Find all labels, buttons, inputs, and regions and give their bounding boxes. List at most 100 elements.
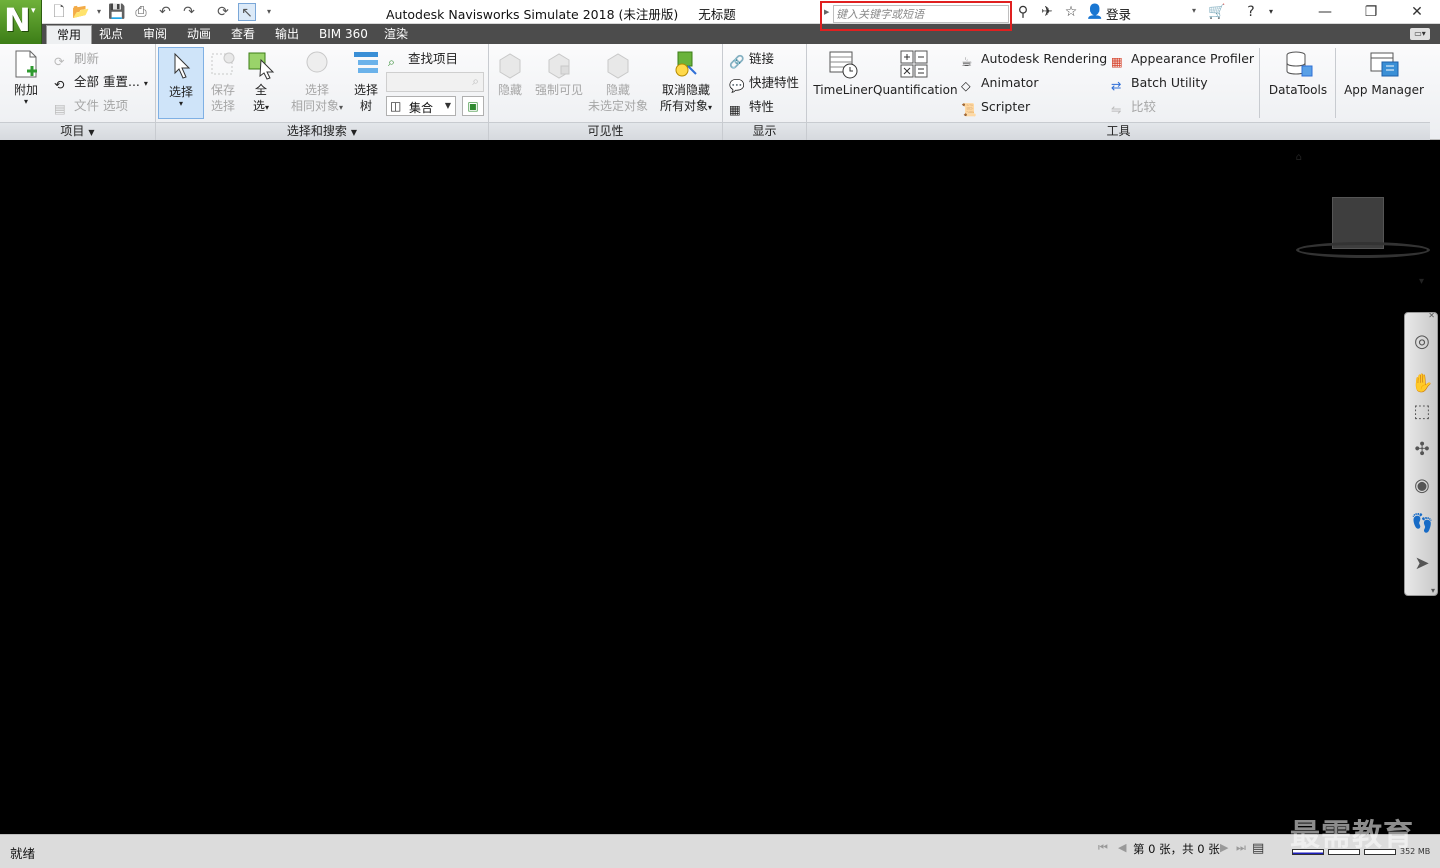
teapot-icon: ☕ [961,54,973,69]
sheet-browser-icon[interactable]: ▤ [1252,841,1264,856]
panel-tools: TimeLiner Quantification ☕ Autodesk Rende… [807,44,1430,140]
batch-utility-button[interactable]: ⇄ Batch Utility [1111,73,1208,93]
reset-icon: ⟲ [54,77,65,92]
pan-hand-icon[interactable]: ✋ [1411,373,1433,395]
find-items-button[interactable]: ⌕ 查找项目 [388,49,458,69]
append-dropdown-icon: ▾ [23,97,28,106]
redo-icon[interactable]: ↷ [180,3,198,21]
links-button[interactable]: 🔗 链接 [729,49,774,69]
sets-dropdown[interactable]: ◫ 集合 ▼ [386,96,456,116]
first-sheet-icon[interactable]: ⏮ [1098,841,1108,855]
cart-icon[interactable]: 🛒 [1208,3,1226,21]
customize-toolbar-icon[interactable]: ▾ [264,3,274,21]
tab-animation[interactable]: 动画 [177,25,221,44]
refresh-icon[interactable]: ⟳ [214,3,232,21]
select-cursor-icon[interactable]: ↖ [238,3,256,21]
select-all-button[interactable]: 全 选▾ [244,48,278,116]
append-button[interactable]: 附加 ▾ [6,48,46,106]
select-same-button[interactable]: 选择 相同对象▾ [288,48,346,116]
search-expand-icon[interactable]: ▶ [824,8,829,16]
panel-label-select-search[interactable]: 选择和搜索 ▼ [156,122,488,140]
tab-view[interactable]: 查看 [221,25,265,44]
walk-footprints-icon[interactable]: 👣 [1411,513,1433,535]
require-button[interactable]: 强制可见 [531,48,587,98]
minimize-button[interactable]: — [1302,0,1348,24]
restore-button[interactable]: ❐ [1348,0,1394,24]
star-icon[interactable]: ☆ [1062,3,1080,21]
quantification-button[interactable]: Quantification [873,48,958,98]
ribbon-minimize-icon[interactable]: ▭▾ [1410,28,1430,40]
user-icon[interactable]: 👤 [1086,3,1104,21]
datatools-button[interactable]: DataTools [1265,48,1331,98]
autodesk-rendering-button[interactable]: ☕ Autodesk Rendering [961,49,1107,69]
open-file-icon[interactable]: 📂 [72,3,90,21]
animator-button[interactable]: ◇ Animator [961,73,1038,93]
selection-tree-button[interactable]: 选择 树 [348,48,384,114]
select-button[interactable]: 选择 ▾ [158,47,204,119]
append-file-icon [15,50,37,78]
manage-sets-icon[interactable]: ▣ [462,96,484,116]
reset-all-button[interactable]: ⟲ 全部 重置... ▾ [54,72,148,92]
save-icon[interactable]: 💾 [108,3,126,21]
document-name: 无标题 [698,7,736,22]
hide-unselected-button[interactable]: 隐藏 未选定对象 [587,48,649,114]
print-icon[interactable]: ⎙ [132,3,150,21]
scripter-icon: 📜 [961,102,977,117]
help-icon[interactable]: ? [1242,3,1260,21]
scripter-button[interactable]: 📜 Scripter [961,97,1030,117]
application-menu-button[interactable]: N ▾ [0,0,42,44]
panel-label-project[interactable]: 项目 ▼ [0,122,155,140]
look-around-icon[interactable]: ◉ [1411,475,1433,497]
prev-sheet-icon[interactable]: ◀ [1118,841,1126,854]
viewcube-menu-icon[interactable]: ▾ [1419,276,1424,287]
refresh-icon: ⟳ [54,54,65,69]
home-view-icon[interactable]: ⌂ [1296,152,1302,163]
steering-wheel-icon[interactable]: ◎ [1411,331,1433,353]
open-dropdown-icon[interactable]: ▾ [94,3,104,21]
satellite-icon[interactable]: ✈ [1038,3,1056,21]
reset-dropdown-icon: ▾ [143,79,148,88]
tab-output[interactable]: 输出 [265,25,309,44]
unhide-all-button[interactable]: 取消隐藏 所有对象▾ [655,48,717,116]
tab-viewpoint[interactable]: 视点 [89,25,133,44]
search-input[interactable] [833,5,1009,23]
compare-button[interactable]: ⇋ 比较 [1111,97,1156,117]
tab-review[interactable]: 审阅 [133,25,177,44]
save-selection-icon [211,52,235,75]
nav-bar-close-icon[interactable]: ✕ [1428,311,1435,320]
tab-bim360[interactable]: BIM 360 [309,25,378,44]
appearance-profiler-button[interactable]: ▦ Appearance Profiler [1111,49,1254,69]
last-sheet-icon[interactable]: ⏭ [1236,841,1246,855]
tab-render[interactable]: 渲染 [374,25,418,44]
panel-label-tools: 工具 [807,122,1430,140]
watermark-logo: 最需教育 [1290,818,1414,853]
select-pointer-icon[interactable]: ➤ [1411,553,1433,575]
timeliner-button[interactable]: TimeLiner [811,48,875,98]
select-same-dropdown-icon: ▾ [339,103,344,112]
quick-properties-button[interactable]: 💬 快捷特性 [729,73,799,93]
panel-project-dropdown-icon: ▼ [88,128,95,137]
hide-button[interactable]: 隐藏 [491,48,529,98]
help-dropdown-icon[interactable]: ▾ [1262,3,1280,21]
orbit-icon[interactable]: ✣ [1411,439,1433,461]
login-link[interactable]: 登录 [1106,4,1131,23]
quick-find-input[interactable]: ⌕ [386,72,484,92]
panel-label-visibility: 可见性 [489,122,722,140]
tab-home[interactable]: 常用 [46,25,93,44]
new-file-icon[interactable]: 🗋 [50,3,68,21]
viewcube-compass-ring[interactable] [1296,242,1430,258]
scene-viewport[interactable]: ⌂ ▾ ✕ ◎ ✋ ⬚ ✣ ◉ 👣 ➤ ▾ [2,142,1438,832]
login-dropdown-icon[interactable]: ▾ [1192,6,1196,15]
file-options-button[interactable]: ▤ 文件 选项 [54,96,128,116]
app-manager-button[interactable]: App Manager [1341,48,1427,98]
nav-bar-menu-icon[interactable]: ▾ [1431,586,1435,595]
refresh-button[interactable]: ⟳ 刷新 [54,49,99,69]
close-button[interactable]: ✕ [1394,0,1440,24]
app-menu-dropdown-icon: ▾ [31,6,36,16]
undo-icon[interactable]: ↶ [156,3,174,21]
properties-button[interactable]: ▦ 特性 [729,97,774,117]
next-sheet-icon[interactable]: ▶ [1220,841,1228,854]
binoculars-icon[interactable]: ⚲ [1014,3,1032,21]
zoom-window-icon[interactable]: ⬚ [1411,401,1433,423]
save-selection-button[interactable]: 保存 选择 [206,48,240,114]
